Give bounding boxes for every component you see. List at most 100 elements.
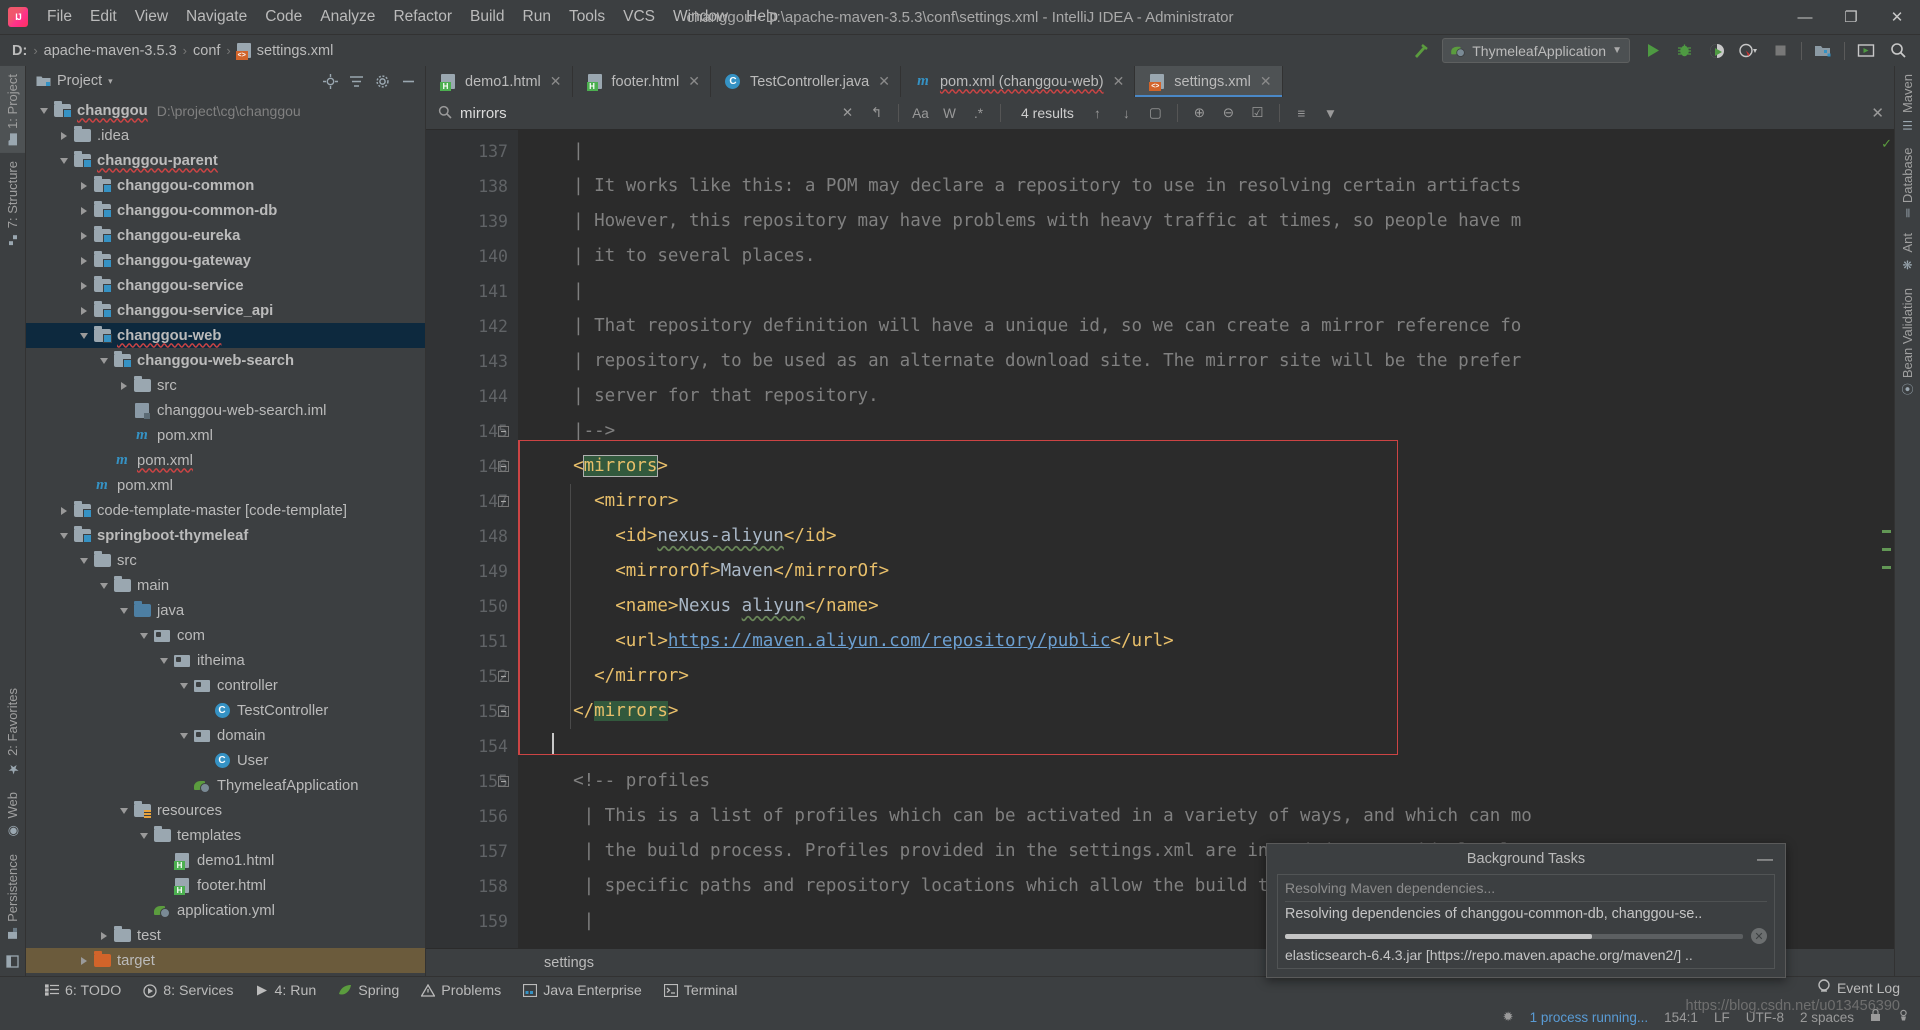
chevron-down-icon[interactable] (36, 108, 52, 114)
whole-words-toggle[interactable]: W (936, 101, 963, 125)
menu-analyze[interactable]: Analyze (311, 0, 384, 34)
fold-toggle-icon[interactable] (498, 426, 509, 437)
tree-node[interactable]: mpom.xml (26, 473, 425, 498)
tree-node[interactable]: domain (26, 723, 425, 748)
sidebar-tab-ant[interactable]: ❋ Ant (1896, 225, 1919, 280)
search-everywhere-icon[interactable] (1883, 38, 1913, 64)
tree-node[interactable]: changgou-service (26, 273, 425, 298)
chevron-down-icon[interactable] (96, 583, 112, 589)
menu-tools[interactable]: Tools (560, 0, 614, 34)
menu-build[interactable]: Build (461, 0, 513, 34)
chevron-down-icon[interactable] (56, 158, 72, 164)
search-history-button[interactable]: ↰ (863, 101, 890, 125)
tree-node[interactable]: java (26, 598, 425, 623)
tree-node[interactable]: main (26, 573, 425, 598)
chevron-down-icon[interactable] (136, 833, 152, 839)
sidebar-tab-database[interactable]: ═ Database (1896, 140, 1919, 225)
project-panel-title-group[interactable]: Project ▾ (36, 73, 113, 89)
tool-window-button-terminal[interactable]: Terminal (653, 977, 749, 1004)
menu-view[interactable]: View (126, 0, 177, 34)
error-stripe-markers[interactable]: ✓ (1878, 130, 1894, 948)
chevron-right-icon[interactable] (96, 932, 112, 940)
tree-node[interactable]: footer.html (26, 873, 425, 898)
chevron-right-icon[interactable] (56, 507, 72, 515)
tree-node[interactable]: mpom.xml (26, 448, 425, 473)
tree-node[interactable]: changgou-web (26, 323, 425, 348)
menu-edit[interactable]: Edit (81, 0, 126, 34)
tool-window-button-spring[interactable]: Spring (327, 977, 410, 1004)
hide-window-icon[interactable] (0, 946, 25, 976)
code-line[interactable]: | it to several places. (518, 239, 1878, 274)
tree-node[interactable]: CTestController (26, 698, 425, 723)
filter-button[interactable]: ▼ (1317, 101, 1344, 125)
close-tab-icon[interactable]: ✕ (550, 73, 562, 90)
maximize-button[interactable]: ❐ (1828, 0, 1874, 34)
tree-node[interactable]: mpom.xml (26, 423, 425, 448)
chevron-down-icon[interactable] (116, 808, 132, 814)
code-line[interactable]: | However, this repository may have prob… (518, 204, 1878, 239)
regex-toggle[interactable]: .* (965, 101, 992, 125)
fold-toggle-icon[interactable] (498, 776, 509, 787)
code-line[interactable]: <mirror> (518, 484, 1878, 519)
search-input[interactable]: mirrors (434, 100, 834, 126)
tree-node[interactable]: com (26, 623, 425, 648)
chevron-down-icon[interactable] (96, 358, 112, 364)
update-project-icon[interactable] (1851, 38, 1881, 64)
tree-node[interactable]: CUser (26, 748, 425, 773)
chevron-down-icon[interactable] (76, 558, 92, 564)
chevron-down-icon[interactable] (56, 533, 72, 539)
tree-node[interactable]: test (26, 923, 425, 948)
run-with-coverage-icon[interactable] (1701, 38, 1731, 64)
chevron-down-icon[interactable] (156, 658, 172, 664)
code-line[interactable]: <id>nexus-aliyun</id> (518, 519, 1878, 554)
chevron-right-icon[interactable] (76, 182, 92, 190)
code-line[interactable]: | That repository definition will have a… (518, 309, 1878, 344)
code-line[interactable]: </mirror> (518, 659, 1878, 694)
code-line[interactable]: | (518, 274, 1878, 309)
match-case-toggle[interactable]: Aa (907, 101, 934, 125)
chevron-right-icon[interactable] (116, 382, 132, 390)
code-line[interactable]: <name>Nexus aliyun</name> (518, 589, 1878, 624)
tree-node[interactable]: changgou-common-db (26, 198, 425, 223)
breadcrumb-item-drive[interactable]: D: (12, 43, 27, 59)
tree-node[interactable]: changgou-common (26, 173, 425, 198)
chevron-right-icon[interactable] (76, 257, 92, 265)
editor-tab[interactable]: footer.html✕ (573, 66, 711, 97)
menu-code[interactable]: Code (256, 0, 311, 34)
chevron-down-icon[interactable] (116, 608, 132, 614)
clear-search-button[interactable]: ✕ (834, 101, 861, 125)
sidebar-tab-bean-validation[interactable]: ⦿ Bean Validation (1895, 280, 1920, 403)
sidebar-tab-web[interactable]: ◉ Web (0, 784, 25, 847)
tree-node[interactable]: changgou-gateway (26, 248, 425, 273)
tool-window-button-services[interactable]: 8: Services (132, 977, 244, 1004)
code-editor[interactable]: 1371381391401411421431441451461471481491… (426, 130, 1894, 948)
sidebar-tab-structure[interactable]: 7: Structure (0, 153, 25, 252)
debug-icon[interactable] (1669, 38, 1699, 64)
code-line[interactable]: | repository, to be used as an alternate… (518, 344, 1878, 379)
hide-panel-icon[interactable] (395, 69, 421, 93)
cancel-task-button[interactable]: ✕ (1751, 928, 1767, 944)
tree-node[interactable]: itheima (26, 648, 425, 673)
tree-node[interactable]: changgouD:\project\cg\changgou (26, 98, 425, 123)
tree-node[interactable]: target (26, 948, 425, 973)
background-process-label[interactable]: 1 process running... (1530, 1010, 1649, 1025)
chevron-down-icon[interactable] (136, 633, 152, 639)
tree-node[interactable]: .idea (26, 123, 425, 148)
gear-icon[interactable] (369, 69, 395, 93)
chevron-right-icon[interactable] (56, 132, 72, 140)
tool-window-button-problems[interactable]: Problems (410, 977, 512, 1004)
close-button[interactable]: ✕ (1874, 0, 1920, 34)
chevron-right-icon[interactable] (76, 232, 92, 240)
collapse-all-icon[interactable] (343, 69, 369, 93)
code-line[interactable]: </mirrors> (518, 694, 1878, 729)
menu-run[interactable]: Run (514, 0, 560, 34)
tool-window-button-todo[interactable]: 6: TODO (34, 977, 132, 1004)
fold-toggle-icon[interactable] (498, 671, 509, 682)
tree-node[interactable]: resources (26, 798, 425, 823)
tool-window-button-run[interactable]: 4: Run (244, 977, 327, 1004)
sidebar-tab-persistence[interactable]: Persistence (0, 846, 25, 946)
close-tab-icon[interactable]: ✕ (1260, 73, 1272, 90)
code-line[interactable] (518, 729, 1878, 764)
breadcrumb-item-file[interactable]: settings.xml (237, 43, 334, 59)
project-tree[interactable]: changgouD:\project\cg\changgou.idea chang… (26, 96, 425, 976)
